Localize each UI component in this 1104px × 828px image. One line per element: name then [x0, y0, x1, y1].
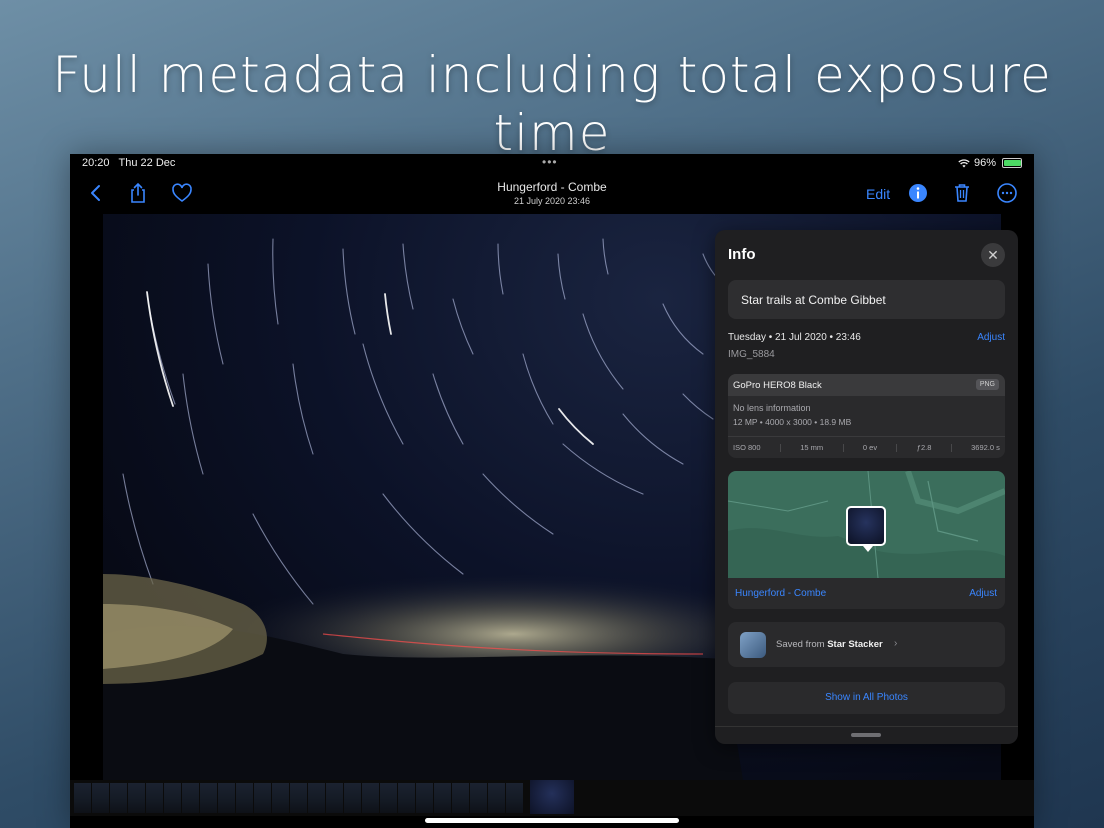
saved-from-prefix: Saved from: [776, 639, 825, 650]
selected-thumbnail[interactable]: [530, 780, 574, 814]
status-right: 96%: [958, 157, 1022, 169]
thumbnail[interactable]: [380, 783, 397, 813]
close-icon[interactable]: ✕: [981, 243, 1005, 267]
marketing-headline: Full metadata including total exposure t…: [52, 46, 1052, 162]
photo-location-pin[interactable]: [846, 506, 886, 552]
ipad-screen: 20:20 Thu 22 Dec ••• 96% Hungerford - Co…: [70, 154, 1034, 828]
thumbnail[interactable]: [434, 783, 451, 813]
status-time-text: 20:20: [82, 157, 110, 169]
capture-date: Tuesday • 21 Jul 2020 • 23:46: [728, 332, 861, 343]
camera-model: GoPro HERO8 Black: [733, 380, 822, 391]
saved-from-app: Star Stacker: [827, 639, 883, 650]
info-panel-title: Info: [728, 246, 756, 263]
exif-exposure-bias: 0 ev: [862, 443, 878, 452]
thumbnail[interactable]: [326, 783, 343, 813]
home-indicator[interactable]: [425, 818, 679, 823]
exif-divider: [842, 443, 844, 452]
thumbnail[interactable]: [452, 783, 469, 813]
panel-divider: [715, 726, 1018, 727]
thumbnail[interactable]: [488, 783, 505, 813]
thumbnail[interactable]: [254, 783, 271, 813]
thumbnail[interactable]: [398, 783, 415, 813]
thumbnail[interactable]: [182, 783, 199, 813]
thumbnail-strip[interactable]: [70, 780, 1034, 816]
thumbnail[interactable]: [272, 783, 289, 813]
battery-icon: [1002, 158, 1022, 168]
thumbnail[interactable]: [128, 783, 145, 813]
share-icon[interactable]: [126, 181, 150, 205]
photo-subtitle: 21 July 2020 23:46: [513, 196, 591, 206]
edit-button[interactable]: Edit: [866, 186, 890, 202]
format-badge: PNG: [975, 379, 999, 390]
exif-focal-length: 15 mm: [800, 443, 824, 452]
star-stacker-app-icon: [740, 632, 766, 658]
status-bar: 20:20 Thu 22 Dec ••• 96%: [70, 154, 1034, 172]
location-map[interactable]: [728, 471, 1005, 579]
thumbnail[interactable]: [506, 783, 523, 813]
lens-info: No lens information: [733, 403, 811, 413]
exif-iso: ISO 800: [733, 443, 761, 452]
trash-icon[interactable]: [950, 181, 974, 205]
thumbnail[interactable]: [74, 783, 91, 813]
thumbnail[interactable]: [344, 783, 361, 813]
status-date-text: Thu 22 Dec: [118, 157, 176, 169]
thumbnail[interactable]: [164, 783, 181, 813]
show-in-all-photos-button[interactable]: Show in All Photos: [728, 682, 1005, 714]
location-map-card: Hungerford - Combe Adjust: [728, 471, 1005, 609]
thumbnail[interactable]: [416, 783, 433, 813]
thumbnail[interactable]: [362, 783, 379, 813]
status-time: 20:20 Thu 22 Dec: [82, 157, 175, 169]
info-icon[interactable]: [906, 181, 930, 205]
thumbnail[interactable]: [218, 783, 235, 813]
adjust-date-button[interactable]: Adjust: [977, 332, 1005, 343]
image-filename: IMG_5884: [728, 349, 775, 360]
heart-icon[interactable]: [170, 181, 194, 205]
info-panel: Info ✕ Star trails at Combe Gibbet Tuesd…: [715, 230, 1018, 744]
thumbnail-list: [74, 783, 523, 813]
camera-header: GoPro HERO8 Black PNG: [728, 374, 1005, 396]
caption-text: Star trails at Combe Gibbet: [741, 293, 886, 307]
panel-grabber[interactable]: [851, 733, 881, 737]
exif-divider: [779, 443, 781, 452]
exif-divider: [950, 443, 952, 452]
caption-field[interactable]: Star trails at Combe Gibbet: [728, 280, 1005, 319]
thumbnail[interactable]: [92, 783, 109, 813]
thumbnail[interactable]: [110, 783, 127, 813]
ellipsis-circle-icon[interactable]: [995, 181, 1019, 205]
multitasking-dots[interactable]: •••: [542, 155, 558, 169]
photo-nav-bar: Hungerford - Combe 21 July 2020 23:46 Ed…: [70, 172, 1034, 214]
photo-title: Hungerford - Combe: [497, 180, 607, 194]
thumbnail[interactable]: [290, 783, 307, 813]
exif-aperture: ƒ2.8: [916, 443, 932, 452]
exif-row: ISO 800 15 mm 0 ev ƒ2.8 3692.0 s: [728, 436, 1005, 458]
thumbnail[interactable]: [146, 783, 163, 813]
exif-exposure-time: 3692.0 s: [971, 443, 1000, 452]
thumbnail[interactable]: [470, 783, 487, 813]
image-specs: 12 MP • 4000 x 3000 • 18.9 MB: [733, 417, 852, 427]
thumbnail[interactable]: [308, 783, 325, 813]
camera-info-card: GoPro HERO8 Black PNG No lens informatio…: [728, 374, 1005, 458]
wifi-icon: [958, 158, 970, 167]
chevron-right-icon: ›: [894, 638, 898, 649]
chevron-left-icon[interactable]: [84, 181, 108, 205]
exif-divider: [896, 443, 898, 452]
adjust-location-button[interactable]: Adjust: [969, 588, 997, 599]
thumbnail[interactable]: [200, 783, 217, 813]
location-name[interactable]: Hungerford - Combe: [735, 588, 826, 599]
saved-from-text: Saved from Star Stacker: [776, 639, 883, 650]
battery-percent: 96%: [973, 157, 996, 169]
saved-from-row[interactable]: Saved from Star Stacker ›: [728, 622, 1005, 667]
thumbnail[interactable]: [236, 783, 253, 813]
